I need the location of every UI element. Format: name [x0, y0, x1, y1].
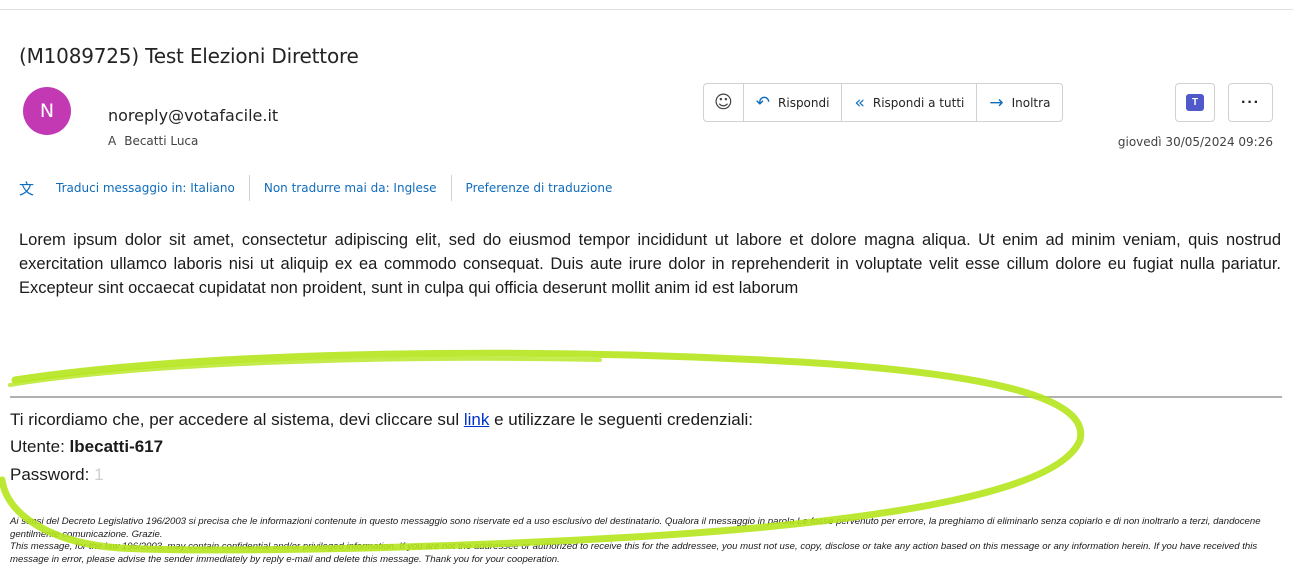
reply-all-icon: « — [854, 92, 865, 113]
to-label: A — [108, 134, 117, 148]
recipient-name[interactable]: Becatti Luca — [124, 134, 198, 148]
reply-icon: ↶ — [755, 92, 771, 113]
forward-icon: → — [989, 92, 1004, 113]
forward-label: Inoltra — [1011, 95, 1051, 110]
email-subject: (M1089725) Test Elezioni Direttore — [19, 44, 359, 68]
top-divider — [0, 9, 1293, 10]
username-label: Utente: — [10, 437, 70, 456]
translate-message-link[interactable]: Traduci messaggio in: Italiano — [42, 175, 250, 201]
password-label: Password: — [10, 465, 95, 484]
reminder-text-end: e utilizzare le seguenti credenziali: — [489, 410, 753, 429]
body-separator — [10, 396, 1282, 398]
reply-label: Rispondi — [778, 95, 830, 110]
legal-disclaimer: Ai sensi del Decreto Legislativo 196/200… — [10, 516, 1283, 566]
password-line: Password: 1 — [10, 465, 104, 485]
disclaimer-english: This message, for the law 196/2003, may … — [10, 541, 1258, 565]
reminder-text-start: Ti ricordiamo che, per accedere al siste… — [10, 410, 464, 429]
highlight-ellipse-stroke-2 — [8, 356, 602, 387]
sender-address[interactable]: noreply@votafacile.it — [108, 106, 278, 125]
username-line: Utente: lbecatti-617 — [10, 437, 163, 457]
reaction-button[interactable]: ☺ — [704, 84, 744, 121]
message-body: Lorem ipsum dolor sit amet, consectetur … — [19, 231, 1281, 297]
recipient-line: A Becatti Luca — [108, 134, 198, 148]
avatar-initial: N — [39, 100, 55, 122]
credentials-reminder: Ti ricordiamo che, per accedere al siste… — [10, 410, 753, 430]
teams-icon: T — [1186, 94, 1204, 111]
translate-icon: 文 — [19, 179, 35, 198]
teams-button[interactable]: T — [1175, 83, 1215, 122]
avatar[interactable]: N — [23, 87, 71, 135]
access-link[interactable]: link — [464, 410, 490, 429]
username-value: lbecatti-617 — [69, 437, 164, 456]
forward-button[interactable]: → Inoltra — [977, 84, 1062, 121]
translation-bar: 文 Traduci messaggio in: Italiano Non tra… — [19, 175, 626, 201]
never-translate-link[interactable]: Non tradurre mai da: Inglese — [250, 175, 452, 201]
more-actions-button[interactable]: ··· — [1228, 83, 1273, 122]
reply-all-button[interactable]: « Rispondi a tutti — [842, 84, 978, 121]
reply-all-label: Rispondi a tutti — [872, 95, 965, 110]
sent-date: giovedì 30/05/2024 09:26 — [1117, 135, 1273, 149]
message-action-bar: ☺ ↶ Rispondi « Rispondi a tutti → Inoltr… — [703, 83, 1064, 122]
translation-preferences-link[interactable]: Preferenze di traduzione — [452, 175, 627, 201]
disclaimer-italian: Ai sensi del Decreto Legislativo 196/200… — [10, 516, 1261, 540]
password-value: 1 — [94, 465, 104, 484]
reply-button[interactable]: ↶ Rispondi — [744, 84, 843, 121]
smiley-icon: ☺ — [714, 92, 733, 113]
